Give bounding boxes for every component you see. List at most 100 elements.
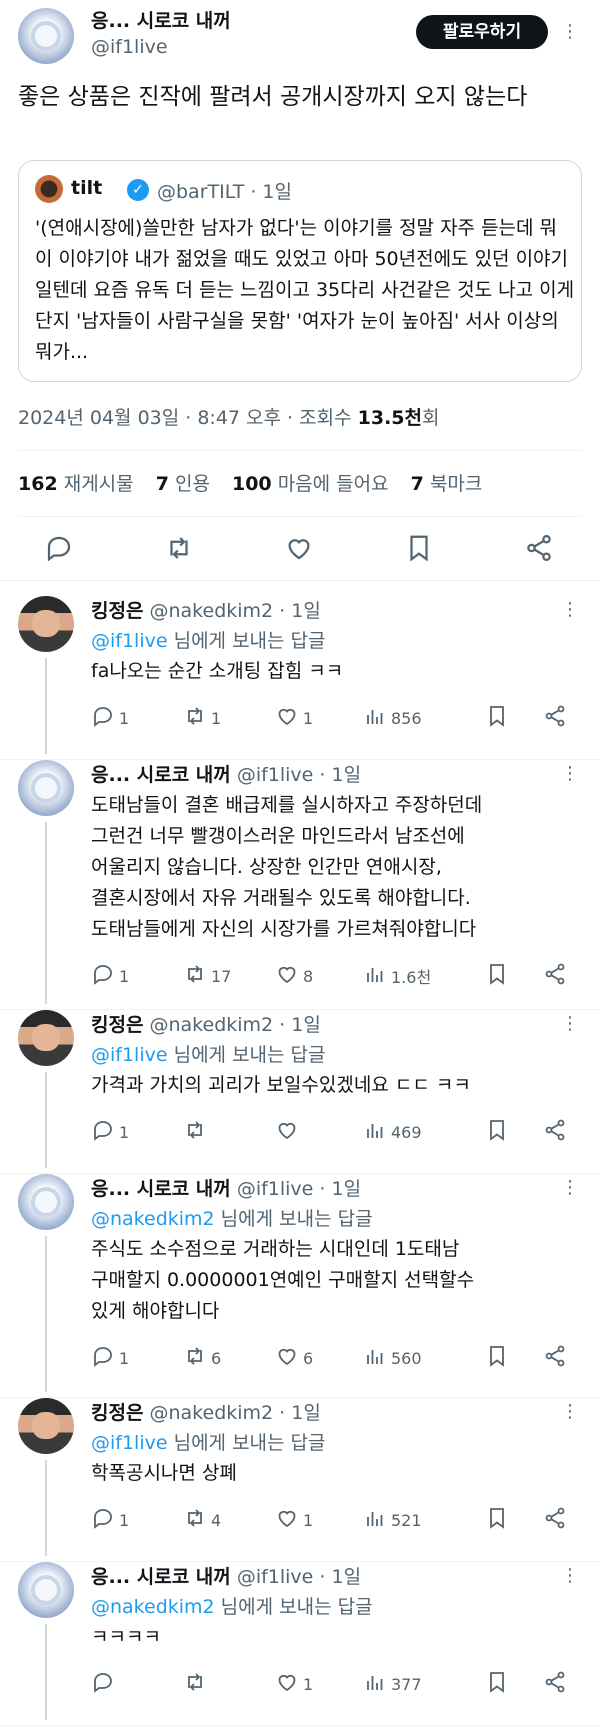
like-button[interactable]: 1: [275, 1505, 313, 1535]
views-button[interactable]: 1.6천: [363, 961, 431, 991]
quoted-post[interactable]: tilt ✓ @barTILT · 1일 '(연애시장에)쓸만한 남자가 없다'…: [18, 160, 582, 382]
reply-to-suffix: 님에게 보내는 답글: [167, 630, 326, 652]
more-icon[interactable]: ⋮: [560, 1566, 580, 1586]
reply-text: 주식도 소수점으로 거래하는 시대인데 1도태남 구매할지 0.0000001연…: [91, 1238, 475, 1322]
views-button[interactable]: 377: [363, 1669, 422, 1699]
share-button[interactable]: [543, 961, 567, 991]
reply-avatar[interactable]: [18, 1398, 74, 1454]
reply-author-name[interactable]: 킹정은: [91, 1402, 143, 1424]
reply-author-handle[interactable]: @if1live · 1일: [237, 1566, 361, 1588]
bookmark-stat[interactable]: 7 북마크: [411, 473, 483, 495]
more-icon[interactable]: ⋮: [560, 600, 580, 620]
reply-author-handle[interactable]: @nakedkim2 · 1일: [150, 600, 321, 622]
reply-author-name[interactable]: 응... 시로코 내꺼: [91, 764, 231, 786]
reply-count: 1: [119, 1348, 130, 1368]
reply-to-mention[interactable]: @nakedkim2: [91, 1208, 215, 1230]
reply-author-handle[interactable]: @nakedkim2 · 1일: [150, 1402, 321, 1424]
reply-item[interactable]: 킹정은 @nakedkim2 · 1일 ⋮ @if1live 님에게 보내는 답…: [0, 596, 600, 760]
retweet-button[interactable]: 4: [183, 1505, 221, 1535]
bookmark-button[interactable]: [485, 703, 509, 733]
like-icon[interactable]: [284, 533, 314, 563]
more-icon[interactable]: ⋮: [560, 764, 580, 784]
bookmark-icon[interactable]: [404, 533, 434, 563]
divider: [18, 450, 582, 451]
more-icon[interactable]: ⋮: [560, 1014, 580, 1034]
retweet-count: 6: [211, 1348, 222, 1368]
reply-item[interactable]: 킹정은 @nakedkim2 · 1일 ⋮ @if1live 님에게 보내는 답…: [0, 1398, 600, 1562]
reply-author-name[interactable]: 응... 시로코 내꺼: [91, 1566, 231, 1588]
like-icon: [275, 1118, 299, 1146]
views-button[interactable]: 469: [363, 1117, 422, 1147]
reply-to-mention[interactable]: @if1live: [91, 630, 168, 652]
reply-author-handle[interactable]: @nakedkim2 · 1일: [150, 1014, 321, 1036]
reply-avatar[interactable]: [18, 1562, 74, 1618]
reply-avatar[interactable]: [18, 1010, 74, 1066]
views-button[interactable]: 521: [363, 1505, 422, 1535]
like-button[interactable]: 8: [275, 961, 313, 991]
quote-stat[interactable]: 7 인용: [156, 473, 210, 495]
reply-author-handle[interactable]: @if1live · 1일: [237, 764, 361, 786]
reply-avatar[interactable]: [18, 760, 74, 816]
reply-author-name[interactable]: 응... 시로코 내꺼: [91, 1178, 231, 1200]
reply-button[interactable]: [91, 1669, 119, 1699]
retweet-button[interactable]: 6: [183, 1343, 221, 1373]
reply-author-name[interactable]: 킹정은: [91, 1014, 143, 1036]
reply-avatar[interactable]: [18, 1174, 74, 1230]
reply-button[interactable]: 1: [91, 961, 129, 991]
follow-button[interactable]: 팔로우하기: [416, 15, 548, 49]
bookmark-button[interactable]: [485, 1505, 509, 1535]
reply-text: fa나오는 순간 소개팅 잡힘 ㅋㅋ: [91, 660, 344, 682]
views-button[interactable]: 560: [363, 1343, 422, 1373]
reply-item[interactable]: 킹정은 @nakedkim2 · 1일 ⋮ @if1live 님에게 보내는 답…: [0, 1010, 600, 1174]
reply-avatar[interactable]: [18, 596, 74, 652]
bookmark-button[interactable]: [485, 1117, 509, 1147]
more-icon[interactable]: ⋮: [560, 22, 580, 42]
bookmark-button[interactable]: [485, 961, 509, 991]
like-button[interactable]: 1: [275, 1669, 313, 1699]
share-button[interactable]: [543, 1669, 567, 1699]
like-button[interactable]: [275, 1117, 303, 1147]
share-button[interactable]: [543, 703, 567, 733]
reply-item[interactable]: 응... 시로코 내꺼 @if1live · 1일 ⋮ @nakedkim2 님…: [0, 1562, 600, 1726]
reply-button[interactable]: 1: [91, 703, 129, 733]
more-icon[interactable]: ⋮: [560, 1178, 580, 1198]
share-button[interactable]: [543, 1343, 567, 1373]
share-button[interactable]: [543, 1117, 567, 1147]
reply-count: 1: [119, 708, 130, 728]
reply-item[interactable]: 응... 시로코 내꺼 @if1live · 1일 ⋮ @nakedkim2 님…: [0, 1174, 600, 1398]
views-icon: [363, 1344, 387, 1372]
bookmark-button[interactable]: [485, 1343, 509, 1373]
retweet-button[interactable]: [183, 1669, 211, 1699]
bookmark-button[interactable]: [485, 1669, 509, 1699]
like-stat[interactable]: 100 마음에 들어요: [232, 473, 389, 495]
author-avatar[interactable]: [18, 8, 74, 64]
retweet-icon: [183, 1670, 207, 1698]
reply-button[interactable]: 1: [91, 1343, 129, 1373]
retweet-button[interactable]: 17: [183, 961, 231, 991]
views-button[interactable]: 856: [363, 703, 422, 733]
reply-to-mention[interactable]: @if1live: [91, 1432, 168, 1454]
quote-name: tilt: [71, 177, 103, 199]
retweet-button[interactable]: [183, 1117, 211, 1147]
like-button[interactable]: 1: [275, 703, 313, 733]
post-datetime[interactable]: 2024년 04월 03일 · 8:47 오후 · 조회수: [18, 407, 358, 429]
like-button[interactable]: 6: [275, 1343, 313, 1373]
share-button[interactable]: [543, 1505, 567, 1535]
like-count: 1: [303, 1510, 314, 1530]
reply-author-name[interactable]: 킹정은: [91, 600, 143, 622]
author-name[interactable]: 응... 시로코 내꺼: [91, 6, 231, 33]
retweet-icon[interactable]: [164, 533, 194, 563]
reply-icon[interactable]: [44, 533, 74, 563]
share-icon[interactable]: [524, 533, 554, 563]
reply-author-handle[interactable]: @if1live · 1일: [237, 1178, 361, 1200]
retweet-button[interactable]: 1: [183, 703, 221, 733]
reply-header: 킹정은 @nakedkim2 · 1일: [91, 1398, 321, 1425]
reply-button[interactable]: 1: [91, 1117, 129, 1147]
more-icon[interactable]: ⋮: [560, 1402, 580, 1422]
reply-button[interactable]: 1: [91, 1505, 129, 1535]
retweet-stat[interactable]: 162 재게시물: [18, 473, 134, 495]
author-handle[interactable]: @if1live: [91, 36, 168, 58]
reply-to-mention[interactable]: @if1live: [91, 1044, 168, 1066]
reply-to-mention[interactable]: @nakedkim2: [91, 1596, 215, 1618]
reply-item[interactable]: 응... 시로코 내꺼 @if1live · 1일 ⋮ 도태남들이 결혼 배급제…: [0, 760, 600, 1010]
